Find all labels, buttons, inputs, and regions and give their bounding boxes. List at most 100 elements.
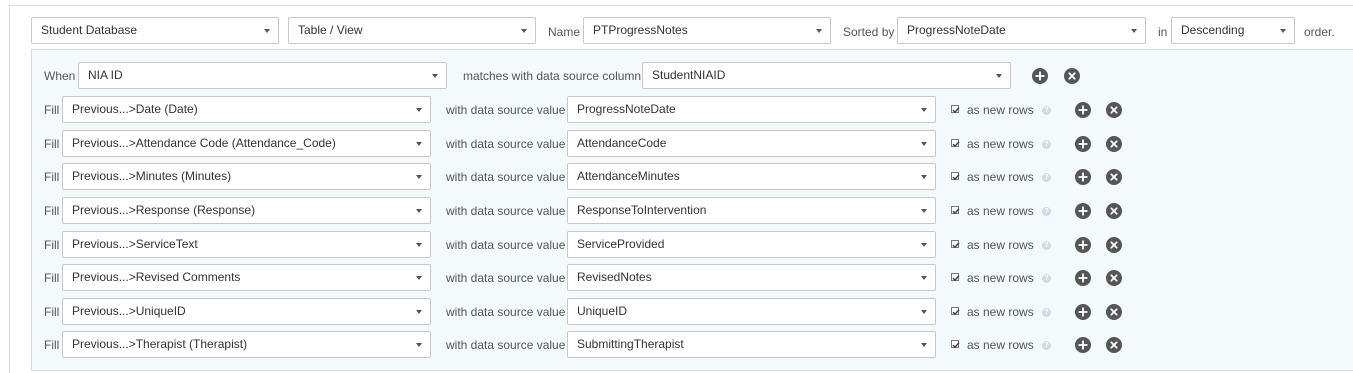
x-circle-icon[interactable] bbox=[1106, 169, 1122, 185]
sorted-by-select-value: ProgressNoteDate bbox=[907, 23, 1006, 37]
caret-down-icon bbox=[1280, 29, 1286, 33]
fill-label: Fill bbox=[44, 204, 60, 218]
x-circle-icon[interactable] bbox=[1106, 270, 1122, 286]
fill-label: Fill bbox=[44, 103, 60, 117]
caret-down-icon bbox=[921, 175, 927, 179]
fill-field-value: Previous...>Date (Date) bbox=[72, 102, 198, 116]
checkmark-icon bbox=[952, 208, 960, 215]
fill-label: Fill bbox=[44, 305, 60, 319]
fill-field-select[interactable]: Previous...>ServiceText bbox=[62, 231, 431, 258]
sorted-by-label: Sorted by bbox=[843, 25, 895, 39]
as-new-rows-label: as new rows bbox=[967, 204, 1034, 218]
with-label: with data source value bbox=[446, 305, 566, 319]
caret-down-icon bbox=[921, 276, 927, 280]
x-circle-icon[interactable] bbox=[1106, 337, 1122, 353]
plus-circle-icon[interactable] bbox=[1032, 68, 1048, 84]
fill-value-select[interactable]: UniqueID bbox=[567, 298, 936, 325]
checkmark-icon bbox=[952, 275, 960, 282]
order-select-value: Descending bbox=[1181, 23, 1245, 37]
caret-down-icon bbox=[416, 209, 422, 213]
order-label: order. bbox=[1304, 25, 1335, 39]
as-new-rows-label: as new rows bbox=[967, 238, 1034, 252]
fill-field-value: Previous...>UniqueID bbox=[72, 304, 186, 318]
plus-circle-icon[interactable] bbox=[1075, 102, 1091, 118]
database-select-value: Student Database bbox=[41, 23, 138, 37]
x-circle-icon[interactable] bbox=[1106, 237, 1122, 253]
question-circle-icon[interactable]: ? bbox=[1042, 241, 1051, 250]
fill-value-value: AttendanceMinutes bbox=[577, 169, 680, 183]
fill-field-value: Previous...>Response (Response) bbox=[72, 203, 256, 217]
caret-down-icon bbox=[416, 142, 422, 146]
caret-down-icon bbox=[416, 243, 422, 247]
fill-field-select[interactable]: Previous...>Attendance Code (Attendance_… bbox=[62, 130, 431, 157]
fill-value-select[interactable]: RevisedNotes bbox=[567, 264, 936, 291]
as-new-rows-checkbox[interactable] bbox=[951, 340, 960, 349]
plus-circle-icon[interactable] bbox=[1075, 270, 1091, 286]
fill-label: Fill bbox=[44, 170, 60, 184]
sorted-by-select[interactable]: ProgressNoteDate bbox=[897, 17, 1146, 44]
name-select[interactable]: PTProgressNotes bbox=[583, 17, 831, 44]
fill-field-select[interactable]: Previous...>Therapist (Therapist) bbox=[62, 331, 431, 358]
caret-down-icon bbox=[996, 74, 1002, 78]
question-circle-icon[interactable]: ? bbox=[1042, 274, 1051, 283]
as-new-rows-checkbox[interactable] bbox=[951, 273, 960, 282]
question-circle-icon[interactable]: ? bbox=[1042, 173, 1051, 182]
database-select[interactable]: Student Database bbox=[31, 17, 279, 44]
order-select[interactable]: Descending bbox=[1171, 17, 1295, 44]
in-label: in bbox=[1158, 25, 1168, 39]
x-circle-icon[interactable] bbox=[1106, 136, 1122, 152]
question-circle-icon[interactable]: ? bbox=[1042, 308, 1051, 317]
caret-down-icon bbox=[416, 108, 422, 112]
fill-value-select[interactable]: ProgressNoteDate bbox=[567, 96, 936, 123]
when-column-value: StudentNIAID bbox=[652, 68, 726, 82]
x-circle-icon[interactable] bbox=[1106, 203, 1122, 219]
as-new-rows-checkbox[interactable] bbox=[951, 206, 960, 215]
plus-circle-icon[interactable] bbox=[1075, 337, 1091, 353]
fill-field-select[interactable]: Previous...>Revised Comments bbox=[62, 264, 431, 291]
fill-value-select[interactable]: AttendanceCode bbox=[567, 130, 936, 157]
fill-label: Fill bbox=[44, 338, 60, 352]
x-circle-icon[interactable] bbox=[1106, 304, 1122, 320]
fill-field-select[interactable]: Previous...>Date (Date) bbox=[62, 96, 431, 123]
match-label: matches with data source column bbox=[463, 69, 642, 83]
fill-value-select[interactable]: AttendanceMinutes bbox=[567, 163, 936, 190]
question-circle-icon[interactable]: ? bbox=[1042, 341, 1051, 350]
plus-circle-icon[interactable] bbox=[1075, 237, 1091, 253]
fill-value-value: ProgressNoteDate bbox=[577, 102, 676, 116]
fill-value-select[interactable]: ResponseToIntervention bbox=[567, 197, 936, 224]
fill-value-value: RevisedNotes bbox=[577, 270, 652, 284]
checkmark-icon bbox=[952, 174, 960, 181]
plus-circle-icon[interactable] bbox=[1075, 169, 1091, 185]
as-new-rows-checkbox[interactable] bbox=[951, 240, 960, 249]
as-new-rows-checkbox[interactable] bbox=[951, 105, 960, 114]
caret-down-icon bbox=[1131, 29, 1137, 33]
as-new-rows-checkbox[interactable] bbox=[951, 139, 960, 148]
question-circle-icon[interactable]: ? bbox=[1042, 207, 1051, 216]
when-field-select[interactable]: NIA ID bbox=[78, 62, 447, 89]
checkmark-icon bbox=[952, 342, 960, 349]
when-column-select[interactable]: StudentNIAID bbox=[642, 62, 1011, 89]
with-label: with data source value bbox=[446, 238, 566, 252]
as-new-rows-checkbox[interactable] bbox=[951, 172, 960, 181]
caret-down-icon bbox=[416, 175, 422, 179]
checkmark-icon bbox=[952, 141, 960, 148]
with-label: with data source value bbox=[446, 271, 566, 285]
fill-value-value: SubmittingTherapist bbox=[577, 337, 684, 351]
plus-circle-icon[interactable] bbox=[1075, 304, 1091, 320]
fill-value-select[interactable]: SubmittingTherapist bbox=[567, 331, 936, 358]
x-circle-icon[interactable] bbox=[1064, 68, 1080, 84]
fill-value-value: UniqueID bbox=[577, 304, 628, 318]
fill-field-value: Previous...>Attendance Code (Attendance_… bbox=[72, 136, 336, 150]
fill-value-select[interactable]: ServiceProvided bbox=[567, 231, 936, 258]
fill-field-select[interactable]: Previous...>Response (Response) bbox=[62, 197, 431, 224]
x-circle-icon[interactable] bbox=[1106, 102, 1122, 118]
question-circle-icon[interactable]: ? bbox=[1042, 106, 1051, 115]
with-label: with data source value bbox=[446, 170, 566, 184]
question-circle-icon[interactable]: ? bbox=[1042, 140, 1051, 149]
table-view-select[interactable]: Table / View bbox=[288, 17, 536, 44]
plus-circle-icon[interactable] bbox=[1075, 203, 1091, 219]
as-new-rows-checkbox[interactable] bbox=[951, 307, 960, 316]
fill-field-select[interactable]: Previous...>Minutes (Minutes) bbox=[62, 163, 431, 190]
fill-field-select[interactable]: Previous...>UniqueID bbox=[62, 298, 431, 325]
plus-circle-icon[interactable] bbox=[1075, 136, 1091, 152]
